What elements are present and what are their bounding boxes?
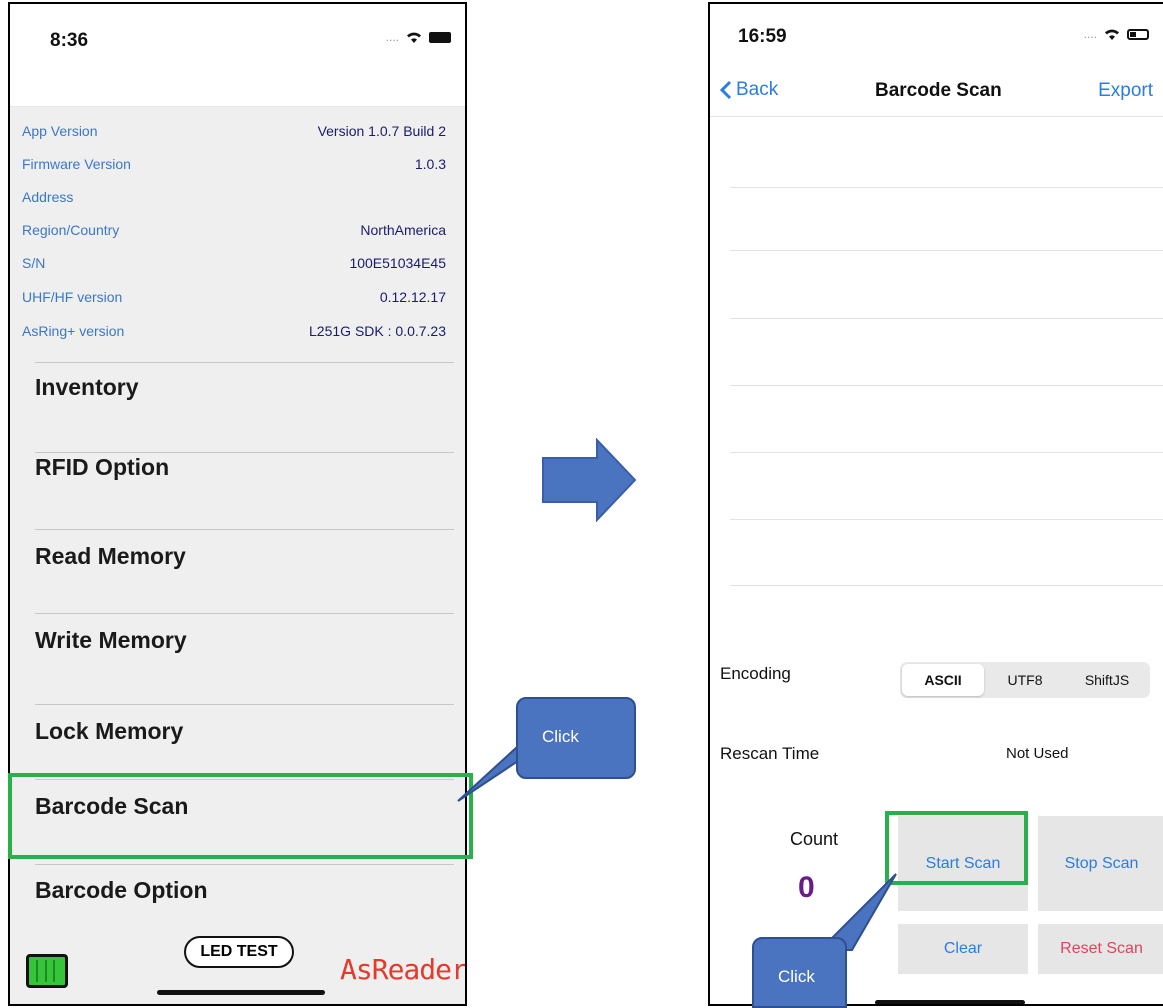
list-separator	[730, 250, 1163, 251]
list-separator	[730, 452, 1163, 453]
callout-text: Click	[542, 727, 579, 746]
info-value: 100E51034E45	[349, 255, 446, 271]
status-time: 16:59	[738, 26, 787, 47]
rescan-time-value[interactable]: Not Used	[1006, 745, 1069, 762]
info-label: Firmware Version	[22, 156, 131, 172]
list-separator	[730, 187, 1163, 188]
divider	[35, 613, 454, 614]
info-label: App Version	[22, 123, 98, 139]
wifi-icon	[407, 32, 421, 43]
divider	[35, 704, 454, 705]
device-info-and-menu: App Version Version 1.0.7 Build 2 Firmwa…	[10, 107, 467, 1004]
list-separator	[730, 318, 1163, 319]
encoding-label: Encoding	[720, 664, 791, 683]
signal-icon: ....	[1083, 27, 1097, 41]
info-value: 0.12.12.17	[379, 289, 446, 305]
page-title: Barcode Scan	[875, 80, 1002, 101]
info-label: Address	[22, 189, 74, 205]
status-bar: 8:36 ....	[10, 4, 465, 107]
clear-button[interactable]: Clear	[898, 924, 1028, 974]
encoding-option-ascii[interactable]: ASCII	[902, 664, 984, 696]
highlight-barcode-scan	[8, 773, 473, 859]
brand-logo: AsReader	[340, 953, 467, 986]
encoding-segmented-control[interactable]: ASCII UTF8 ShiftJS	[900, 662, 1150, 698]
signal-icon: ....	[385, 30, 399, 44]
chevron-left-icon	[720, 80, 732, 100]
info-value: Version 1.0.7 Build 2	[317, 123, 446, 139]
divider	[35, 452, 454, 453]
info-row-address: Address	[22, 189, 446, 211]
encoding-option-shiftjs[interactable]: ShiftJS	[1066, 664, 1148, 696]
export-button[interactable]: Export	[1098, 80, 1153, 102]
info-row-firmware-version: Firmware Version 1.0.3	[22, 156, 446, 178]
callout-text: Click	[778, 967, 815, 986]
info-row-uhf-hf-version: UHF/HF version 0.12.12.17	[22, 289, 446, 311]
home-indicator	[157, 990, 325, 995]
wifi-icon	[1105, 29, 1119, 40]
status-icons: ....	[1084, 27, 1149, 41]
stop-scan-button[interactable]: Stop Scan	[1038, 816, 1163, 911]
encoding-option-utf8[interactable]: UTF8	[984, 664, 1066, 696]
info-value: L251G SDK : 0.0.7.23	[309, 323, 446, 339]
reset-scan-button[interactable]: Reset Scan	[1038, 924, 1163, 974]
list-separator	[730, 585, 1163, 586]
menu-item-rfid-option[interactable]: RFID Option	[35, 454, 169, 481]
menu-item-lock-memory[interactable]: Lock Memory	[35, 718, 183, 745]
divider	[35, 529, 454, 530]
info-row-serial-number: S/N 100E51034E45	[22, 255, 446, 277]
home-indicator	[875, 1000, 1025, 1004]
info-value: NorthAmerica	[360, 222, 446, 238]
menu-item-read-memory[interactable]: Read Memory	[35, 543, 186, 570]
scan-results-list[interactable]	[710, 117, 1163, 607]
info-row-asring-version: AsRing+ version L251G SDK : 0.0.7.23	[22, 323, 446, 345]
info-label: AsRing+ version	[22, 323, 125, 339]
info-value: 1.0.3	[414, 156, 446, 172]
battery-icon	[429, 31, 451, 43]
callout-right: Click	[752, 937, 847, 1008]
status-icons: ....	[386, 30, 451, 44]
divider	[35, 864, 454, 865]
info-label: UHF/HF version	[22, 289, 123, 305]
back-label: Back	[736, 79, 779, 100]
divider	[35, 362, 454, 363]
info-row-app-version: App Version Version 1.0.7 Build 2	[22, 123, 446, 145]
rescan-time-label: Rescan Time	[720, 744, 820, 763]
info-label: S/N	[22, 255, 46, 271]
count-label: Count	[790, 829, 839, 849]
menu-item-barcode-option[interactable]: Barcode Option	[35, 877, 208, 904]
callout-left: Click	[516, 697, 636, 779]
device-battery-icon	[26, 954, 68, 988]
battery-icon	[1127, 28, 1149, 40]
list-separator	[730, 519, 1163, 520]
info-label: Region/Country	[22, 222, 120, 238]
list-separator	[730, 385, 1163, 386]
arrow-right-icon	[542, 438, 637, 522]
info-row-region: Region/Country NorthAmerica	[22, 222, 446, 244]
menu-item-inventory[interactable]: Inventory	[35, 374, 139, 401]
back-button[interactable]: Back	[720, 79, 778, 101]
status-time: 8:36	[50, 30, 89, 51]
led-test-button[interactable]: LED TEST	[184, 936, 294, 968]
menu-item-write-memory[interactable]: Write Memory	[35, 627, 187, 654]
